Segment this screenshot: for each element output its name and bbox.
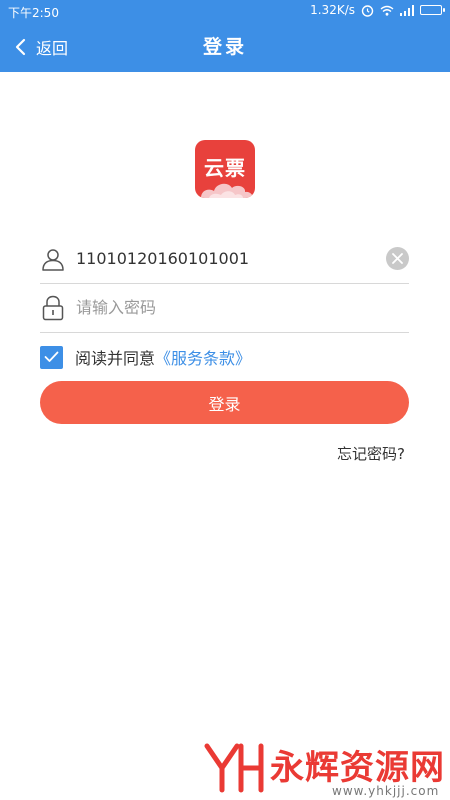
login-button[interactable]: 登录 [40,381,409,424]
password-field [40,283,409,333]
back-label: 返回 [36,39,69,58]
lock-icon [40,295,66,321]
app-logo: 云票 [195,140,255,198]
status-time: 下午2:50 [8,6,59,20]
forgot-password-link[interactable]: 忘记密码? [337,443,405,464]
password-input[interactable] [76,292,409,323]
alarm-icon [361,4,374,17]
cloud-icon [201,183,253,198]
watermark-logo-icon [204,743,264,793]
back-button[interactable]: 返回 [12,22,68,72]
agreement-text: 阅读并同意 [75,349,156,368]
username-field [40,234,409,284]
agree-checkbox[interactable] [40,345,63,369]
status-indicators: 1.32K/s [310,3,445,17]
checkmark-icon [44,351,59,362]
close-icon [392,253,403,264]
network-speed: 1.32K/s [310,3,355,17]
signal-icon [400,4,414,16]
status-bar: 下午2:50 1.32K/s [0,0,450,22]
watermark-url: www.yhkjjj.com [332,784,440,798]
watermark-name: 永辉资源网 [270,748,445,788]
navigation-bar: 返回 登录 [0,22,450,72]
clear-input-button[interactable] [386,247,409,270]
terms-of-service-link[interactable]: 《服务条款》 [155,345,251,369]
user-icon [40,246,66,272]
wifi-icon [380,5,394,16]
watermark: 永辉资源网 www.yhkjjj.com [200,740,450,800]
battery-icon [420,5,445,15]
terms-agreement: 阅读并同意 《服务条款》 [40,345,251,369]
chevron-left-icon [15,38,26,56]
username-input[interactable] [76,243,386,274]
